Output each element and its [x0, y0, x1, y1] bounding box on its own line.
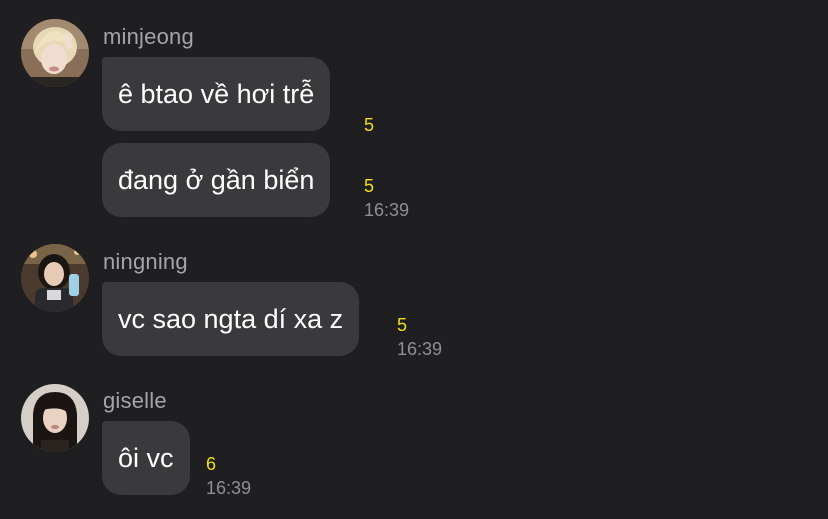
sender-name: minjeong	[103, 24, 194, 49]
avatar-giselle[interactable]	[21, 384, 89, 452]
message-timestamp: 16:39	[206, 478, 252, 498]
unread-count: 5	[397, 315, 408, 335]
unread-count: 6	[206, 454, 217, 474]
message-bubble[interactable]: ôi vc	[102, 421, 190, 495]
message-timestamp: 16:39	[364, 200, 410, 220]
message-bubble[interactable]: ê btao về hơi trễ	[102, 57, 331, 131]
avatar-photo-icon	[21, 19, 89, 87]
sender-name: ningning	[103, 249, 188, 274]
sender-name: giselle	[103, 388, 167, 413]
avatar-photo-icon	[21, 384, 89, 452]
avatar-minjeong[interactable]	[21, 19, 89, 87]
unread-count: 5	[364, 176, 375, 196]
message-timestamp: 16:39	[397, 339, 443, 359]
message-bubble[interactable]: vc sao ngta dí xa z	[102, 282, 360, 356]
avatar-photo-icon	[21, 244, 89, 312]
avatar-ningning[interactable]	[21, 244, 89, 312]
message-bubble[interactable]: đang ở gần biển	[102, 143, 331, 217]
unread-count: 5	[364, 115, 375, 135]
